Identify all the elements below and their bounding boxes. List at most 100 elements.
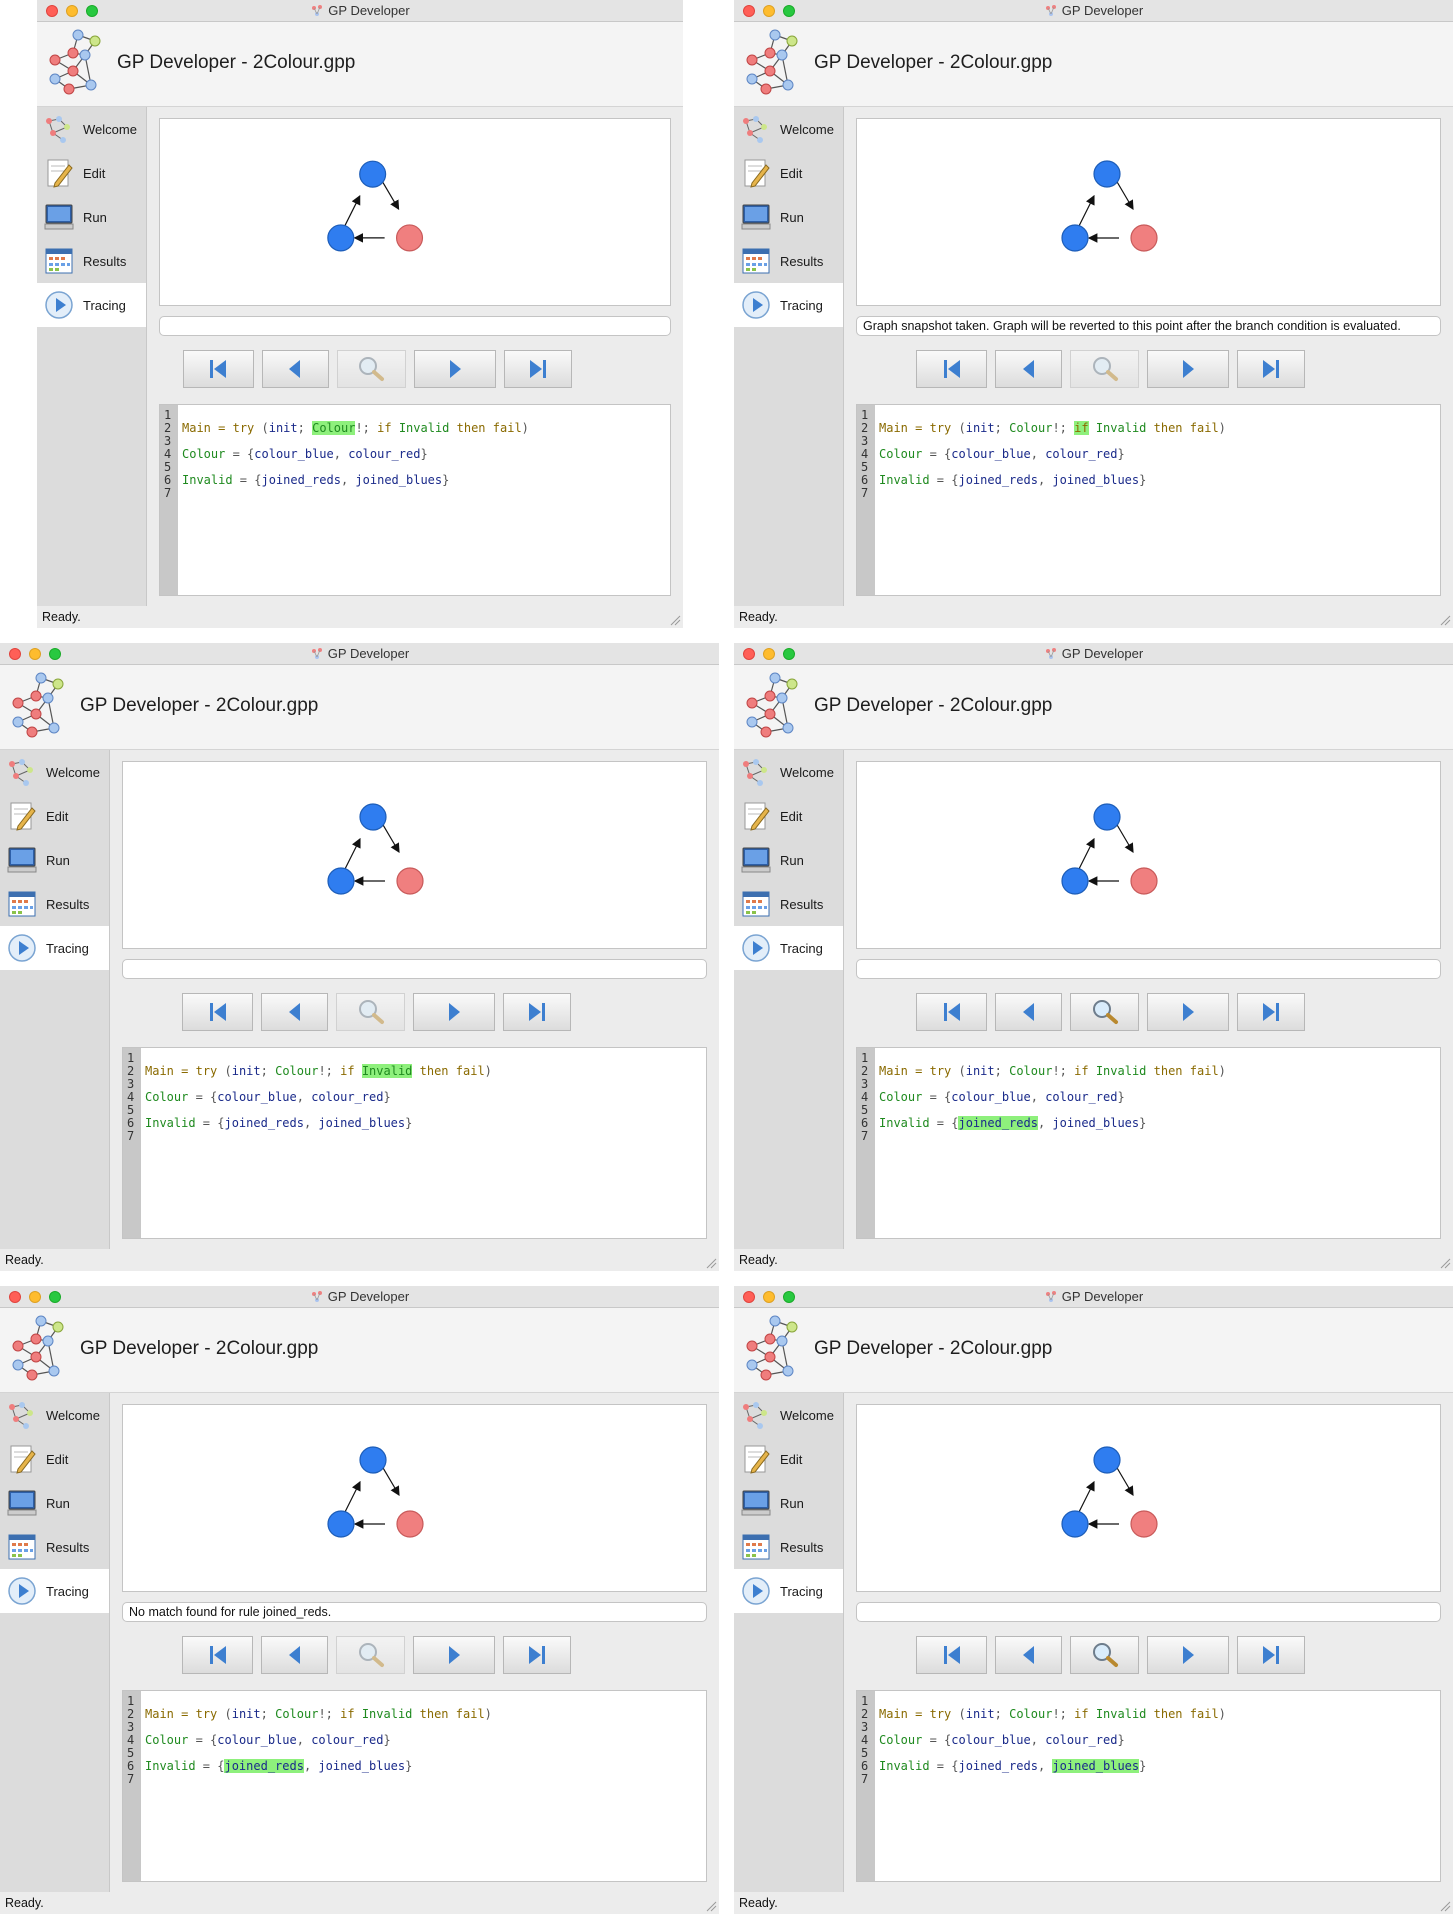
- graph-node[interactable]: [1093, 160, 1121, 188]
- graph-node[interactable]: [1061, 1510, 1089, 1538]
- close-window-button[interactable]: [9, 1291, 21, 1303]
- minimize-window-button[interactable]: [763, 1291, 775, 1303]
- step-back-button[interactable]: [261, 993, 328, 1031]
- find-match-button[interactable]: [336, 1636, 405, 1674]
- sidebar-item-edit[interactable]: Edit: [0, 1437, 109, 1481]
- sidebar-item-tracing[interactable]: Tracing: [734, 926, 843, 970]
- sidebar-item-results[interactable]: Results: [734, 1525, 843, 1569]
- resize-grip-icon[interactable]: [669, 614, 681, 626]
- minimize-window-button[interactable]: [763, 648, 775, 660]
- find-match-button[interactable]: [336, 350, 406, 388]
- sidebar-item-welcome[interactable]: Welcome: [734, 107, 843, 151]
- step-forward-button[interactable]: [413, 350, 496, 388]
- jump-to-start-button[interactable]: [182, 350, 254, 388]
- jump-to-end-button[interactable]: [503, 1636, 571, 1674]
- step-back-button[interactable]: [995, 1636, 1062, 1674]
- sidebar-item-run[interactable]: Run: [734, 838, 843, 882]
- jump-to-end-button[interactable]: [503, 350, 572, 388]
- sidebar-item-edit[interactable]: Edit: [734, 794, 843, 838]
- graph-node[interactable]: [1130, 1510, 1158, 1538]
- minimize-window-button[interactable]: [763, 5, 775, 17]
- minimize-window-button[interactable]: [29, 1291, 41, 1303]
- graph-view[interactable]: [856, 118, 1441, 306]
- zoom-window-button[interactable]: [86, 5, 98, 17]
- graph-node[interactable]: [1093, 1446, 1121, 1474]
- step-forward-button[interactable]: [1147, 993, 1229, 1031]
- minimize-window-button[interactable]: [66, 5, 78, 17]
- close-window-button[interactable]: [743, 5, 755, 17]
- graph-node[interactable]: [359, 1446, 387, 1474]
- sidebar-item-welcome[interactable]: Welcome: [734, 1393, 843, 1437]
- step-forward-button[interactable]: [413, 993, 495, 1031]
- sidebar-item-results[interactable]: Results: [37, 239, 146, 283]
- sidebar-item-results[interactable]: Results: [0, 882, 109, 926]
- zoom-window-button[interactable]: [49, 1291, 61, 1303]
- code-editor[interactable]: 1234567 Main = try (init; Colour!; if In…: [159, 404, 671, 596]
- sidebar-item-edit[interactable]: Edit: [0, 794, 109, 838]
- sidebar-item-welcome[interactable]: Welcome: [0, 750, 109, 794]
- title-bar[interactable]: GP Developer: [734, 1286, 1453, 1308]
- sidebar-item-run[interactable]: Run: [734, 195, 843, 239]
- sidebar-item-tracing[interactable]: Tracing: [37, 283, 146, 327]
- sidebar-item-run[interactable]: Run: [734, 1481, 843, 1525]
- find-match-button[interactable]: [1070, 1636, 1139, 1674]
- resize-grip-icon[interactable]: [1439, 1900, 1451, 1912]
- graph-node[interactable]: [359, 160, 387, 188]
- close-window-button[interactable]: [743, 648, 755, 660]
- zoom-window-button[interactable]: [783, 648, 795, 660]
- zoom-window-button[interactable]: [49, 648, 61, 660]
- graph-node[interactable]: [359, 803, 387, 831]
- code-editor[interactable]: 1234567 Main = try (init; Colour!; if In…: [856, 404, 1441, 596]
- sidebar-item-welcome[interactable]: Welcome: [734, 750, 843, 794]
- title-bar[interactable]: GP Developer: [37, 0, 683, 22]
- sidebar-item-results[interactable]: Results: [734, 239, 843, 283]
- jump-to-start-button[interactable]: [182, 993, 253, 1031]
- step-forward-button[interactable]: [413, 1636, 495, 1674]
- jump-to-start-button[interactable]: [916, 350, 987, 388]
- sidebar-item-results[interactable]: Results: [0, 1525, 109, 1569]
- graph-view[interactable]: [856, 1404, 1441, 1592]
- jump-to-start-button[interactable]: [916, 1636, 987, 1674]
- step-forward-button[interactable]: [1147, 1636, 1229, 1674]
- sidebar-item-run[interactable]: Run: [0, 1481, 109, 1525]
- graph-view[interactable]: [856, 761, 1441, 949]
- zoom-window-button[interactable]: [783, 1291, 795, 1303]
- resize-grip-icon[interactable]: [705, 1900, 717, 1912]
- close-window-button[interactable]: [46, 5, 58, 17]
- title-bar[interactable]: GP Developer: [0, 643, 719, 665]
- minimize-window-button[interactable]: [29, 648, 41, 660]
- title-bar[interactable]: GP Developer: [0, 1286, 719, 1308]
- code-editor[interactable]: 1234567 Main = try (init; Colour!; if In…: [856, 1690, 1441, 1882]
- sidebar-item-edit[interactable]: Edit: [734, 1437, 843, 1481]
- sidebar-item-tracing[interactable]: Tracing: [0, 926, 109, 970]
- sidebar-item-tracing[interactable]: Tracing: [734, 1569, 843, 1613]
- graph-node[interactable]: [327, 1510, 355, 1538]
- graph-node[interactable]: [327, 224, 355, 252]
- find-match-button[interactable]: [336, 993, 405, 1031]
- jump-to-end-button[interactable]: [1237, 1636, 1305, 1674]
- graph-node[interactable]: [395, 224, 424, 252]
- step-back-button[interactable]: [995, 350, 1062, 388]
- sidebar-item-tracing[interactable]: Tracing: [0, 1569, 109, 1613]
- code-editor[interactable]: 1234567 Main = try (init; Colour!; if In…: [856, 1047, 1441, 1239]
- sidebar-item-edit[interactable]: Edit: [37, 151, 146, 195]
- graph-node[interactable]: [327, 867, 355, 895]
- find-match-button[interactable]: [1070, 350, 1139, 388]
- step-back-button[interactable]: [995, 993, 1062, 1031]
- graph-node[interactable]: [396, 1510, 424, 1538]
- graph-node[interactable]: [1093, 803, 1121, 831]
- title-bar[interactable]: GP Developer: [734, 643, 1453, 665]
- graph-node[interactable]: [1130, 224, 1158, 252]
- close-window-button[interactable]: [743, 1291, 755, 1303]
- step-forward-button[interactable]: [1147, 350, 1229, 388]
- title-bar[interactable]: GP Developer: [734, 0, 1453, 22]
- find-match-button[interactable]: [1070, 993, 1139, 1031]
- step-back-button[interactable]: [261, 1636, 328, 1674]
- sidebar-item-run[interactable]: Run: [37, 195, 146, 239]
- sidebar-item-results[interactable]: Results: [734, 882, 843, 926]
- graph-node[interactable]: [1061, 224, 1089, 252]
- sidebar-item-run[interactable]: Run: [0, 838, 109, 882]
- graph-node[interactable]: [396, 867, 424, 895]
- graph-view[interactable]: [159, 118, 671, 306]
- sidebar-item-welcome[interactable]: Welcome: [0, 1393, 109, 1437]
